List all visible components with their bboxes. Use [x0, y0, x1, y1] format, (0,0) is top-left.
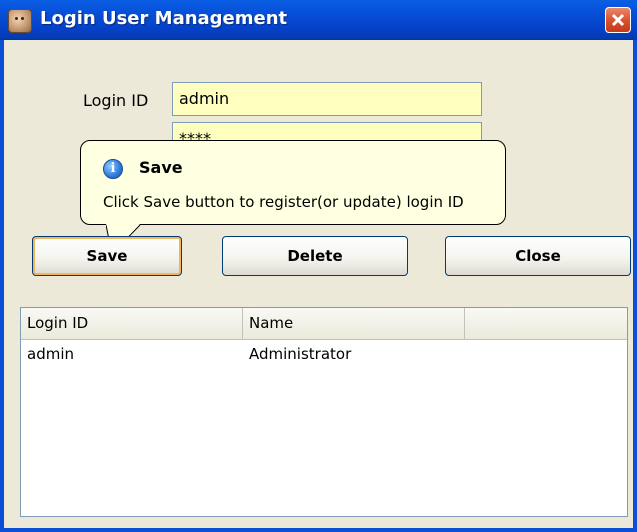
table-row[interactable]: admin Administrator: [21, 342, 627, 366]
login-id-input[interactable]: admin: [172, 82, 482, 116]
cell-name: Administrator: [249, 345, 352, 363]
login-id-label: Login ID: [83, 91, 149, 110]
column-header-empty[interactable]: [465, 308, 627, 339]
column-header-login-id[interactable]: Login ID: [21, 308, 243, 339]
title-bar[interactable]: Login User Management: [0, 0, 637, 40]
window-border-left: [0, 40, 4, 532]
window-border-bottom: [0, 528, 637, 532]
delete-button[interactable]: Delete: [222, 236, 408, 276]
close-window-button[interactable]: [605, 7, 631, 33]
user-face-icon: [8, 9, 32, 33]
save-tooltip: i Save Click Save button to register(or …: [80, 140, 506, 225]
info-icon: i: [103, 159, 123, 179]
cell-login-id: admin: [27, 345, 74, 363]
window-border-right: [633, 40, 637, 532]
window-title: Login User Management: [40, 8, 288, 29]
column-header-name[interactable]: Name: [243, 308, 465, 339]
tooltip-body: Click Save button to register(or update)…: [103, 193, 464, 211]
save-button[interactable]: Save: [32, 236, 182, 276]
close-button[interactable]: Close: [445, 236, 631, 276]
tooltip-title: Save: [139, 158, 183, 177]
login-user-list[interactable]: Login ID Name admin Administrator: [20, 307, 628, 517]
list-header: Login ID Name: [21, 308, 627, 340]
close-icon: [611, 13, 625, 27]
login-user-management-window: Login User Management Login ID admin ***…: [0, 0, 637, 532]
